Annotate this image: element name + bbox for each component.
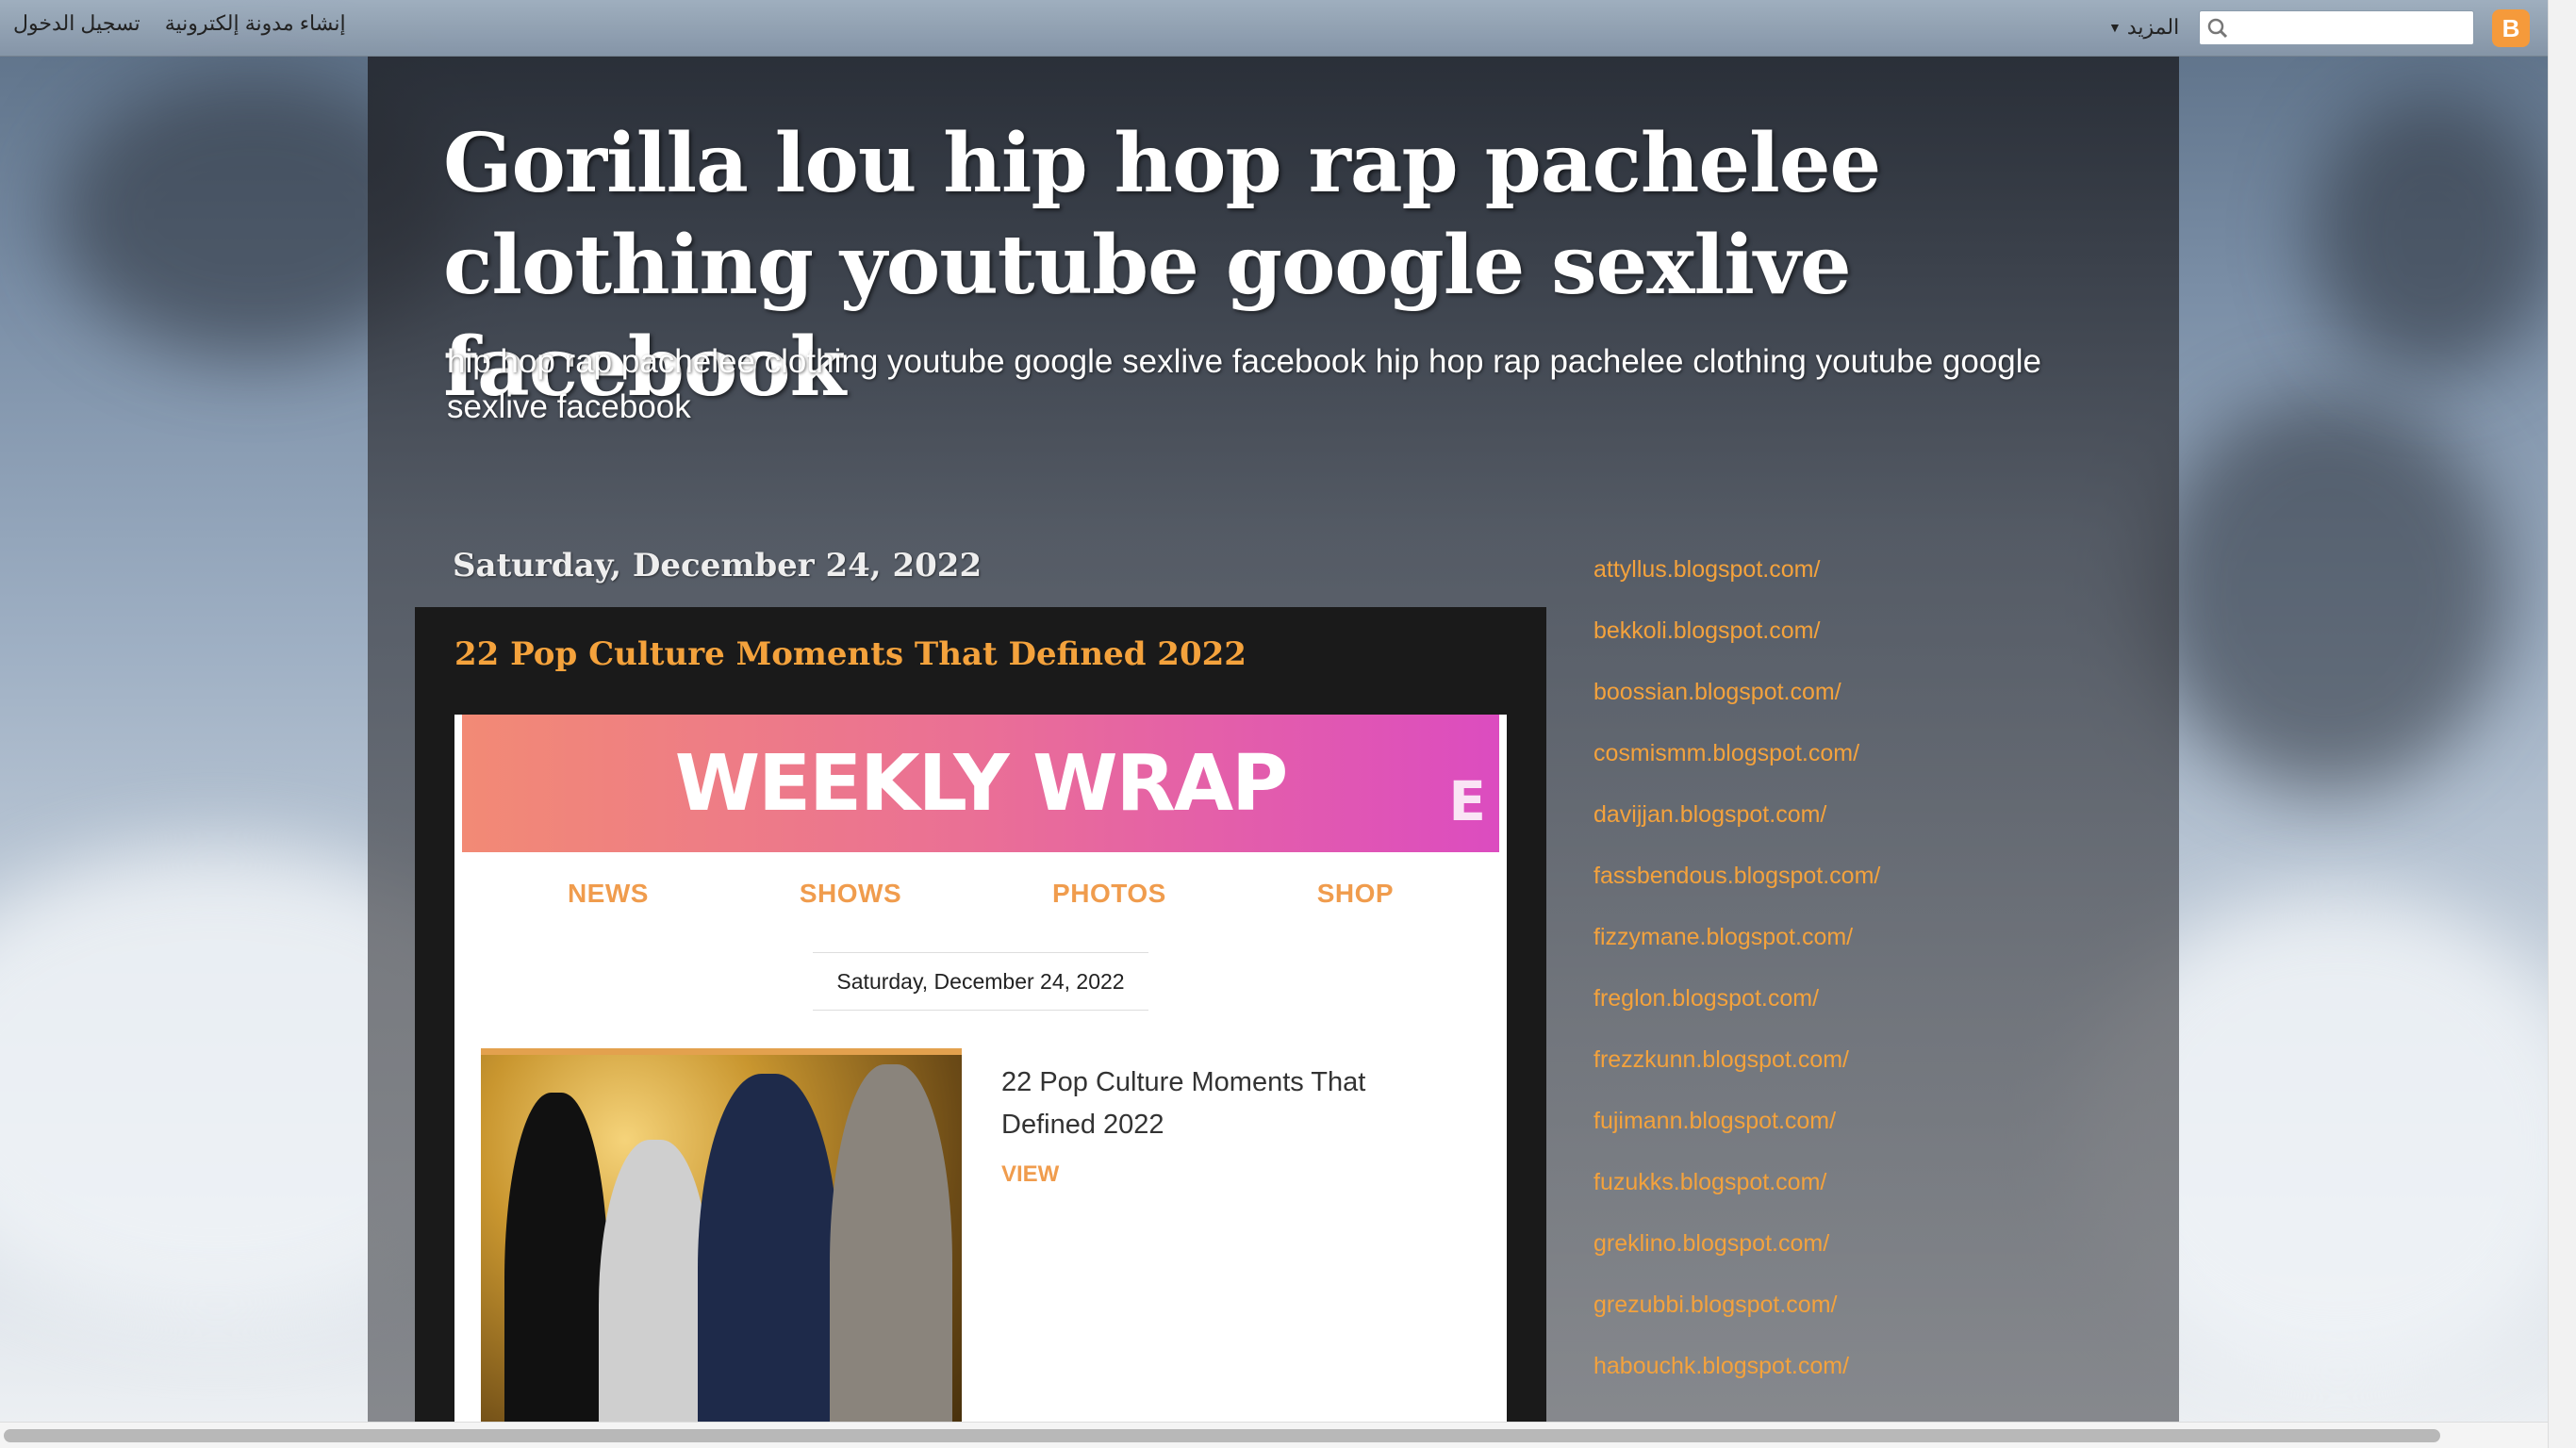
newsletter-card: WEEKLY WRAP E NEWS SHOWS PHOTOS SHOP Sat… (454, 715, 1507, 1422)
person-silhouette (698, 1074, 839, 1422)
sidebar-link[interactable]: freglon.blogspot.com/ (1593, 985, 2065, 1046)
blogger-logo-icon[interactable]: B (2492, 9, 2530, 47)
person-silhouette (504, 1093, 608, 1422)
sidebar-link[interactable]: habouchk.blogspot.com/ (1593, 1353, 2065, 1414)
view-link[interactable]: VIEW (1001, 1161, 1059, 1188)
sidebar-link[interactable]: fassbendous.blogspot.com/ (1593, 863, 2065, 924)
blog-description: hip hop rap pachelee clothing youtube go… (447, 343, 2041, 425)
nav-shop-link[interactable]: SHOP (1317, 879, 1394, 909)
more-menu[interactable]: المزيد ▼ (2108, 13, 2179, 41)
chevron-down-icon: ▼ (2108, 20, 2122, 35)
nav-news-link[interactable]: NEWS (568, 879, 649, 909)
nav-photos-link[interactable]: PHOTOS (1052, 879, 1166, 909)
sidebar-link[interactable]: greklino.blogspot.com/ (1593, 1230, 2065, 1292)
sidebar-link[interactable]: attyllus.blogspot.com/ (1593, 556, 2065, 617)
search-icon (2207, 18, 2228, 39)
sidebar-link[interactable]: fujimann.blogspot.com/ (1593, 1108, 2065, 1169)
post: 22 Pop Culture Moments That Defined 2022… (415, 607, 1546, 1422)
vertical-scrollbar[interactable] (2548, 0, 2576, 1448)
sidebar-link[interactable]: fizzymane.blogspot.com/ (1593, 924, 2065, 985)
newsletter-nav: NEWS SHOWS PHOTOS SHOP (454, 879, 1507, 909)
person-silhouette (599, 1140, 712, 1422)
sidebar-link[interactable]: cosmismm.blogspot.com/ (1593, 740, 2065, 801)
story-image[interactable] (481, 1048, 962, 1422)
sidebar-link[interactable]: davijjan.blogspot.com/ (1593, 801, 2065, 863)
scrollbar-thumb[interactable] (4, 1429, 2440, 1442)
sidebar-link[interactable]: boossian.blogspot.com/ (1593, 679, 2065, 740)
newsletter-date: Saturday, December 24, 2022 (813, 952, 1148, 1011)
e-brand-logo: E (1448, 769, 1486, 833)
more-label: المزيد (2126, 15, 2180, 39)
nav-shows-link[interactable]: SHOWS (800, 879, 901, 909)
create-blog-link[interactable]: إنشاء مدونة إلكترونية (165, 11, 346, 43)
nav-links: تسجيل الدخول إنشاء مدونة إلكترونية (13, 11, 346, 43)
blogger-navbar: B المزيد ▼ تسجيل الدخول إنشاء مدونة إلكت… (0, 0, 2548, 57)
story-title[interactable]: 22 Pop Culture Moments That Defined 2022 (1001, 1061, 1435, 1146)
sidebar-link[interactable]: bekkoli.blogspot.com/ (1593, 617, 2065, 679)
sidebar-link[interactable]: grezubbi.blogspot.com/ (1593, 1292, 2065, 1353)
date-header: Saturday, December 24, 2022 (453, 547, 983, 584)
content-outer: Gorilla lou hip hop rap pachelee clothin… (368, 57, 2179, 1422)
sign-in-link[interactable]: تسجيل الدخول (13, 11, 140, 43)
sidebar-link[interactable]: frezzkunn.blogspot.com/ (1593, 1046, 2065, 1108)
weekly-wrap-banner[interactable]: WEEKLY WRAP E (462, 715, 1499, 852)
search-input[interactable] (2199, 10, 2474, 45)
horizontal-scrollbar[interactable] (0, 1422, 2548, 1448)
banner-title: WEEKLY WRAP (674, 738, 1289, 829)
post-title[interactable]: 22 Pop Culture Moments That Defined 2022 (454, 635, 1247, 673)
person-silhouette (830, 1064, 952, 1422)
sidebar-link[interactable]: fuzukks.blogspot.com/ (1593, 1169, 2065, 1230)
sidebar-link-list: attyllus.blogspot.com/ bekkoli.blogspot.… (1593, 556, 2065, 1414)
